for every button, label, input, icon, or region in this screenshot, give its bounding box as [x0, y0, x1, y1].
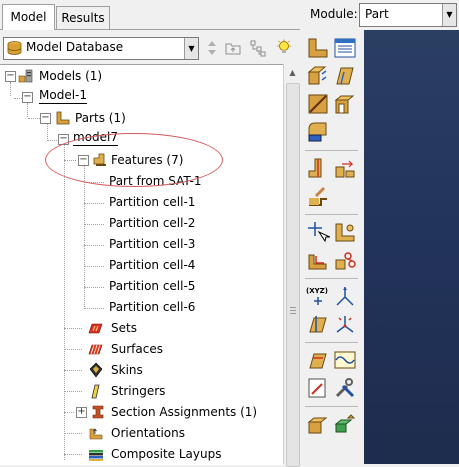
create-wire-icon[interactable] [306, 92, 330, 116]
up-down-arrows-icon[interactable] [203, 39, 221, 57]
model-database-value: Model Database [26, 40, 124, 54]
repair-tools-icon[interactable] [306, 348, 330, 372]
models-icon [18, 69, 33, 83]
create-part-icon[interactable] [306, 36, 330, 60]
part-manager-icon[interactable] [333, 36, 357, 60]
tree-scrollbar[interactable]: ▲ [283, 64, 301, 467]
tree-label-feature: Partition cell-2 [109, 216, 196, 230]
orientations-icon [89, 428, 103, 440]
surfaces-icon [88, 344, 103, 355]
graphics-viewport[interactable] [364, 30, 459, 464]
tree-label-feature: Partition cell-4 [109, 258, 196, 272]
tree-node-sets[interactable]: Sets [0, 318, 280, 338]
parts-icon [56, 111, 70, 125]
svg-text:(XYZ): (XYZ) [306, 287, 328, 295]
create-shell-icon[interactable] [333, 64, 357, 88]
scrollbar-thumb[interactable] [286, 83, 300, 467]
datum-axis-icon[interactable] [333, 284, 357, 308]
create-cut-icon[interactable] [333, 92, 357, 116]
tree-label-section-assignments: Section Assignments (1) [111, 405, 258, 419]
tree-node-section-assignments[interactable]: + Section Assignments (1) [0, 402, 280, 422]
create-round-icon[interactable] [306, 120, 330, 144]
lightbulb-icon[interactable] [275, 39, 293, 57]
tree-label-features: Features (7) [111, 153, 184, 167]
composite-layups-icon [89, 450, 103, 461]
tree-label-skins: Skins [111, 363, 143, 377]
tree-label-feature: Part from SAT-1 [109, 174, 202, 188]
cut-part-icon[interactable] [333, 248, 357, 272]
tab-results[interactable]: Results [56, 6, 110, 29]
tree-node-parts[interactable]: − Parts (1) [0, 108, 280, 128]
tree-node-surfaces[interactable]: Surfaces [0, 339, 280, 359]
sets-icon [88, 323, 103, 334]
tab-model[interactable]: Model [2, 4, 55, 31]
tree-label-feature: Partition cell-1 [109, 195, 196, 209]
tree-label-orientations: Orientations [111, 426, 185, 440]
skins-icon [89, 362, 103, 378]
part-assembly-icon[interactable] [306, 412, 330, 436]
tree-label-model7: model7 [73, 130, 118, 146]
tree-label-sets: Sets [111, 321, 137, 335]
sketch-icon[interactable] [333, 220, 357, 244]
collapse-toggle[interactable]: − [40, 113, 51, 124]
tree-node-model7[interactable]: − model7 [0, 129, 280, 149]
tree-label-stringers: Stringers [111, 384, 166, 398]
partition-edge-icon[interactable] [306, 156, 330, 180]
part-toolbox: (XYZ) [300, 30, 364, 464]
expand-toggle[interactable]: + [76, 407, 87, 418]
tree-node-models[interactable]: − Models (1) [0, 66, 280, 86]
tree-node-skins[interactable]: Skins [0, 360, 280, 380]
model-database-select[interactable]: Model Database ▼ [3, 37, 199, 60]
module-select[interactable]: Part ▼ [359, 3, 457, 27]
database-icon [7, 41, 22, 55]
create-solid-extrude-icon[interactable] [306, 64, 330, 88]
transform-part-icon[interactable] [306, 248, 330, 272]
tree-label-model-1: Model-1 [39, 88, 87, 104]
collapse-toggle[interactable]: − [58, 134, 69, 145]
tools-wrench-icon[interactable] [333, 376, 357, 400]
tree-label-feature: Partition cell-6 [109, 300, 196, 314]
model-tree: − Models (1) − Model-1 − Parts (1) − mod… [0, 64, 283, 465]
tree-label-models: Models (1) [39, 69, 103, 83]
collapse-toggle[interactable]: − [78, 155, 89, 166]
features-icon [93, 153, 106, 166]
section-assignments-icon [92, 405, 104, 419]
tree-node-model-1[interactable]: − Model-1 [0, 87, 280, 107]
dropdown-arrow-icon[interactable]: ▼ [184, 38, 198, 59]
datum-tool-icon[interactable] [306, 184, 330, 208]
tree-label-composite-layups: Composite Layups [111, 447, 222, 461]
datum-csys-icon[interactable] [333, 312, 357, 336]
tree-filter-icon[interactable] [249, 39, 267, 57]
collapse-toggle[interactable]: − [22, 92, 33, 103]
scroll-up-icon[interactable]: ▲ [284, 64, 301, 81]
tree-node-orientations[interactable]: Orientations [0, 423, 280, 443]
tree-node-stringers[interactable]: Stringers [0, 381, 280, 401]
partition-face-icon[interactable] [333, 156, 357, 180]
collapse-toggle[interactable]: − [5, 71, 16, 82]
tree-label-feature: Partition cell-3 [109, 237, 196, 251]
tree-toolbar: Model Database ▼ [0, 30, 300, 64]
datum-plane-icon[interactable] [306, 312, 330, 336]
datum-point-xyz-icon[interactable]: (XYZ) [306, 284, 330, 308]
tree-node-composite-layups[interactable]: Composite Layups [0, 444, 280, 464]
module-bar: Module: Part ▼ [300, 0, 459, 30]
model-tree-pane: Model Results Model Database ▼ − Models … [0, 0, 301, 467]
dropdown-arrow-icon[interactable]: ▼ [442, 4, 456, 26]
module-value: Part [365, 7, 389, 21]
geometry-edit-icon[interactable] [306, 376, 330, 400]
tree-label-feature: Partition cell-5 [109, 279, 196, 293]
tree-label-surfaces: Surfaces [111, 342, 163, 356]
module-label: Module: [310, 7, 358, 21]
stringers-icon [91, 384, 100, 399]
folder-up-icon[interactable] [224, 39, 242, 57]
tree-node-features[interactable]: − Features (7) [0, 150, 280, 170]
part-instance-icon[interactable] [333, 412, 357, 436]
query-tool-icon[interactable] [306, 220, 330, 244]
virtual-topology-icon[interactable] [333, 348, 357, 372]
tree-label-parts: Parts (1) [75, 111, 126, 125]
tab-strip: Model Results [0, 0, 300, 31]
